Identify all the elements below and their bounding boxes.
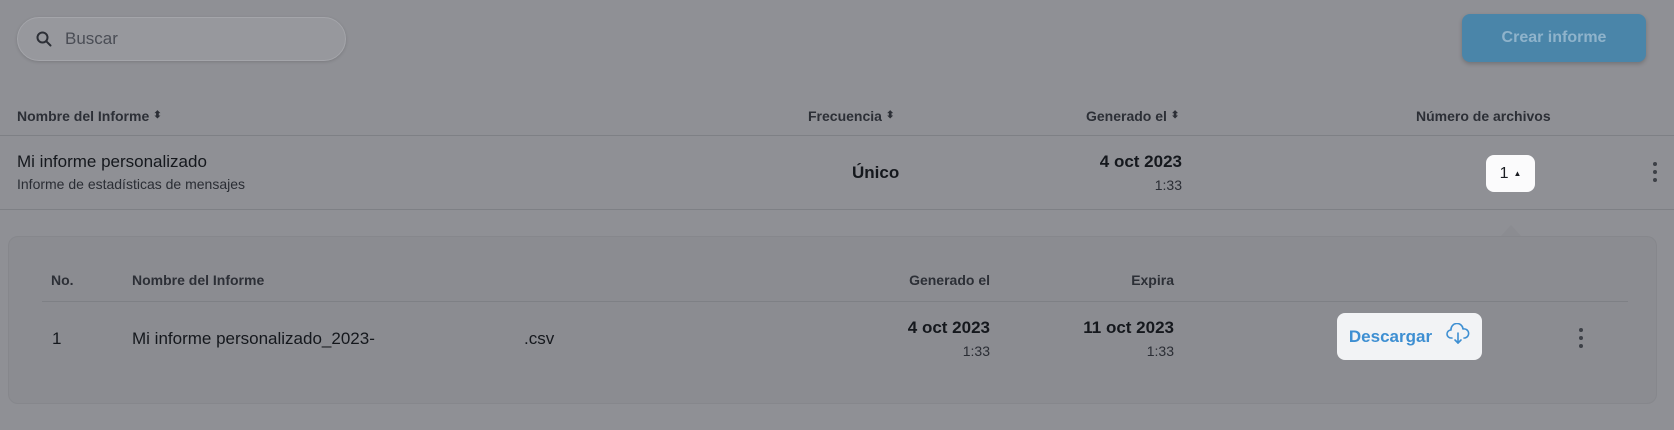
search-input[interactable] — [63, 28, 317, 50]
file-extension: .csv — [524, 329, 555, 348]
report-frequency: Único — [852, 163, 900, 182]
divider — [42, 301, 1628, 302]
file-generated-time: 1:33 — [962, 343, 990, 359]
files-header-expires: Expira — [1131, 272, 1174, 288]
column-header-frequency-label: Frecuencia — [808, 108, 882, 124]
column-header-generated-label: Generado el — [1086, 108, 1167, 124]
report-subtitle: Informe de estadísticas de mensajes — [17, 176, 246, 192]
report-generated-date: 4 oct 2023 — [1099, 152, 1182, 171]
file-number: 1 — [52, 329, 62, 348]
caret-up-icon: ▲ — [1513, 169, 1522, 178]
cloud-download-icon — [1446, 322, 1470, 350]
file-generated-date: 4 oct 2023 — [907, 318, 990, 337]
kebab-icon[interactable] — [1573, 326, 1589, 350]
report-title: Mi informe personalizado — [17, 152, 207, 171]
file-count-toggle[interactable]: 1 ▲ — [1486, 155, 1535, 192]
sort-icon: ⬍ — [1170, 110, 1180, 121]
column-header-generated[interactable]: Generado el ⬍ — [1086, 108, 1179, 124]
column-header-name[interactable]: Nombre del Informe ⬍ — [17, 108, 162, 124]
column-header-files-label: Número de archivos — [1416, 108, 1551, 124]
column-header-frequency[interactable]: Frecuencia ⬍ — [808, 108, 894, 124]
column-header-files: Número de archivos — [1416, 108, 1551, 124]
report-generated-time: 1:33 — [1154, 177, 1182, 193]
column-header-name-label: Nombre del Informe — [17, 108, 150, 124]
file-count-value: 1 — [1499, 164, 1509, 182]
search-icon — [35, 30, 53, 48]
file-expires-date: 11 oct 2023 — [1083, 318, 1174, 337]
divider — [0, 135, 1674, 136]
download-label: Descargar — [1348, 326, 1433, 346]
search-box[interactable] — [17, 17, 346, 61]
sort-icon: ⬍ — [153, 110, 162, 121]
files-header-generated: Generado el — [909, 272, 990, 288]
files-header-name: Nombre del Informe — [132, 272, 265, 288]
panel-pointer — [1501, 225, 1521, 236]
file-name: Mi informe personalizado_2023- — [132, 329, 375, 348]
files-header-no: No. — [51, 272, 74, 288]
divider — [0, 209, 1674, 210]
kebab-icon[interactable] — [1647, 160, 1663, 184]
create-report-button[interactable]: Crear informe — [1462, 14, 1646, 62]
download-button[interactable]: Descargar — [1337, 313, 1482, 360]
sort-icon: ⬍ — [885, 110, 895, 121]
file-expires-time: 1:33 — [1146, 343, 1174, 359]
